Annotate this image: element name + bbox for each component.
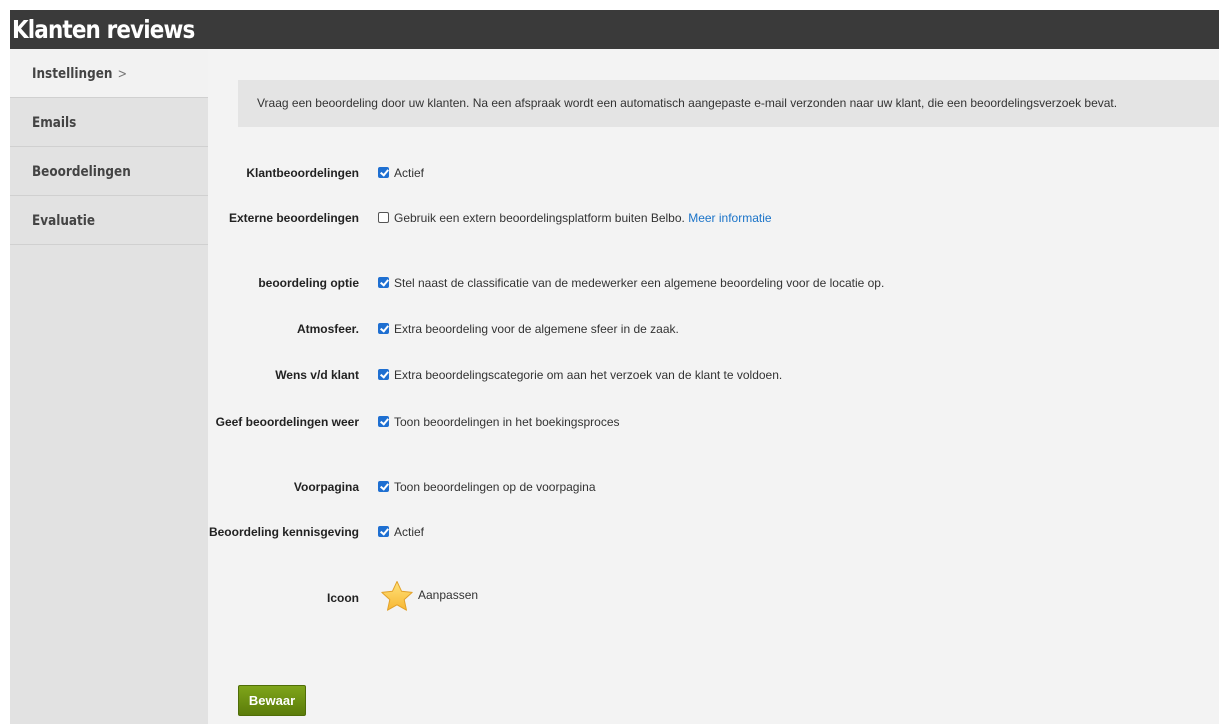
geef-beoordelingen-weer-checkbox[interactable] [378, 416, 389, 427]
sidebar-item-label: Instellingen > [32, 66, 127, 82]
setting-text: Gebruik een extern beoordelingsplatform … [394, 211, 685, 225]
setting-value: Stel naast de classificatie van de medew… [378, 274, 884, 292]
setting-text: Actief [394, 166, 425, 180]
setting-value: Extra beoordeling voor de algemene sfeer… [378, 320, 679, 338]
externe-beoordelingen-checkbox[interactable] [378, 212, 389, 223]
setting-label: beoordeling optie [258, 276, 359, 290]
setting-label: Externe beoordelingen [228, 211, 359, 225]
wens-klant-checkbox[interactable] [378, 369, 389, 380]
setting-value: Actief [378, 523, 424, 541]
sidebar-item-emails[interactable]: Emails [10, 98, 208, 147]
page-title: Klanten reviews [12, 15, 195, 44]
setting-text: Actief [394, 525, 425, 539]
sidebar-item-evaluatie[interactable]: Evaluatie [10, 196, 208, 245]
setting-value: Aanpassen [380, 579, 478, 624]
setting-label: Icoon [327, 591, 359, 605]
main-content: Vraag een beoordeling door uw klanten. N… [208, 49, 1219, 724]
app-header: Klanten reviews [10, 10, 1219, 49]
aanpassen-link[interactable]: Aanpassen [418, 588, 478, 602]
beoordeling-optie-checkbox[interactable] [378, 277, 389, 288]
chevron-right-icon: > [117, 67, 127, 82]
setting-text: Toon beoordelingen in het boekingsproces [394, 415, 620, 429]
sidebar-item-label: Evaluatie [32, 213, 96, 229]
sidebar: Instellingen > Emails Beoordelingen Evalu… [10, 49, 208, 724]
star-icon[interactable] [380, 580, 414, 624]
sidebar-item-label: Emails [32, 115, 77, 131]
sidebar-item-beoordelingen[interactable]: Beoordelingen [10, 147, 208, 196]
klantbeoordelingen-checkbox[interactable] [378, 167, 389, 178]
setting-value: Gebruik een extern beoordelingsplatform … [378, 209, 772, 227]
sidebar-item-instellingen[interactable]: Instellingen > [10, 49, 208, 98]
setting-value: Toon beoordelingen in het boekingsproces [378, 413, 620, 431]
setting-value: Extra beoordelingscategorie om aan het v… [378, 366, 782, 384]
setting-label: Voorpagina [293, 480, 359, 494]
setting-label: Atmosfeer. [296, 322, 359, 336]
intro-text: Vraag een beoordeling door uw klanten. N… [238, 80, 1219, 127]
setting-label: Geef beoordelingen weer [215, 415, 359, 429]
setting-label: Klantbeoordelingen [246, 166, 359, 180]
setting-value: Actief [378, 164, 424, 182]
setting-label: Beoordeling kennisgeving [208, 525, 359, 539]
voorpagina-checkbox[interactable] [378, 481, 389, 492]
setting-label: Wens v/d klant [275, 368, 359, 382]
setting-text: Stel naast de classificatie van de medew… [394, 276, 885, 290]
meer-informatie-link[interactable]: Meer informatie [688, 211, 771, 225]
atmosfeer-checkbox[interactable] [378, 323, 389, 334]
setting-text: Toon beoordelingen op de voorpagina [394, 480, 596, 494]
setting-text: Extra beoordeling voor de algemene sfeer… [394, 322, 679, 336]
save-button[interactable]: Bewaar [238, 685, 306, 716]
sidebar-item-label: Beoordelingen [32, 164, 131, 180]
setting-value: Toon beoordelingen op de voorpagina [378, 478, 596, 496]
beoordeling-kennisgeving-checkbox[interactable] [378, 526, 389, 537]
setting-text: Extra beoordelingscategorie om aan het v… [394, 368, 783, 382]
